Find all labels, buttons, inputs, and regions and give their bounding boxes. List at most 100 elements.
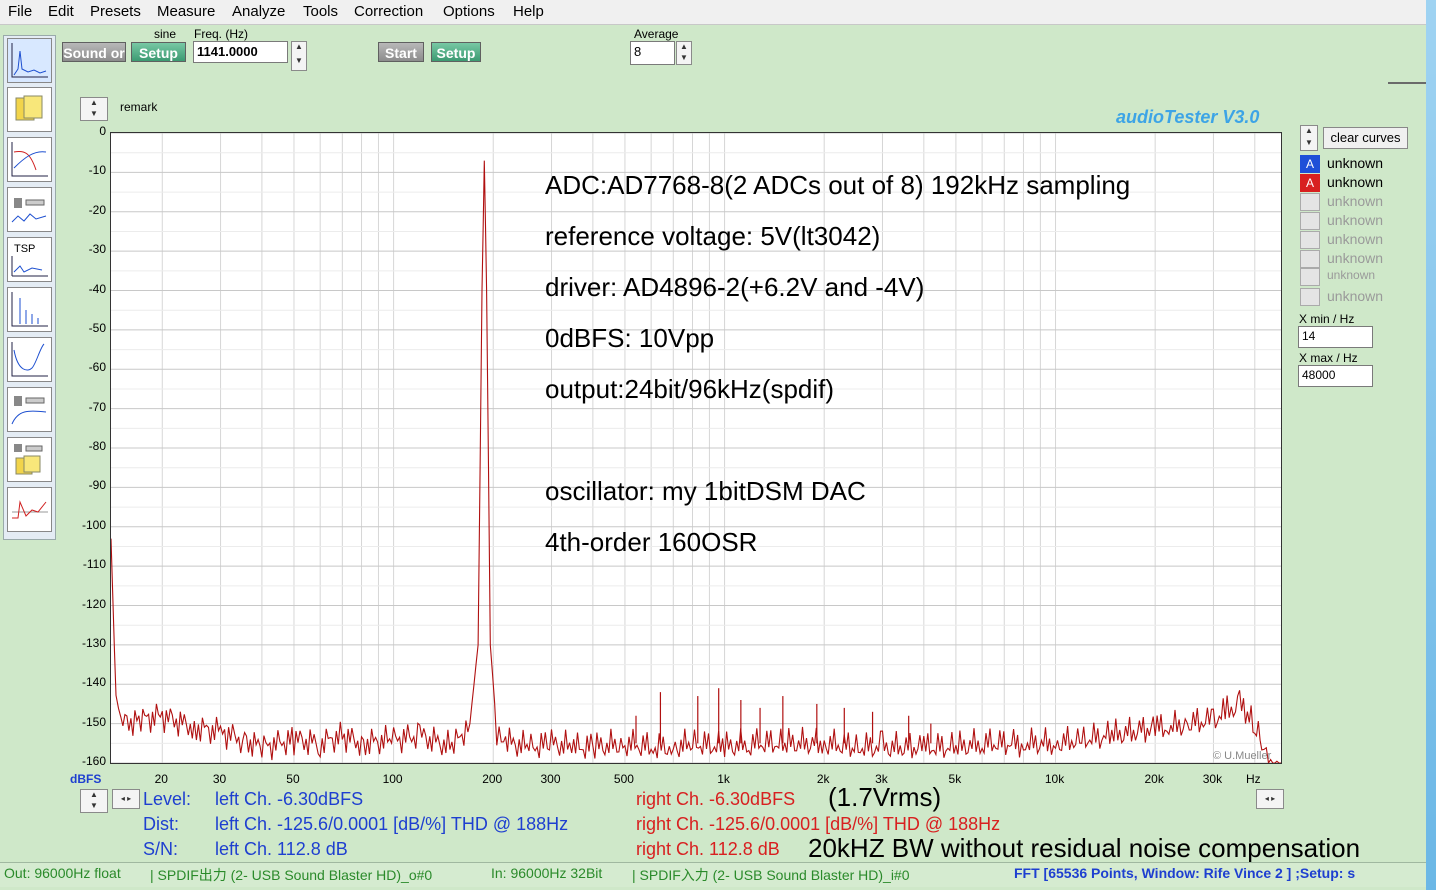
xmax-input[interactable]: 48000	[1298, 365, 1373, 387]
menu-options[interactable]: Options	[443, 3, 495, 20]
legend-row[interactable]: unknown	[1300, 193, 1410, 211]
level-label: Level:	[143, 789, 192, 809]
menu-correction[interactable]: Correction	[354, 3, 423, 20]
legend-row[interactable]: unknown	[1300, 288, 1410, 306]
curve-label: unknown	[1327, 250, 1384, 266]
analyzer-setup-button[interactable]: Setup	[431, 42, 481, 62]
generator-setup-button[interactable]: Setup	[131, 42, 186, 62]
x-tick-label: 200	[482, 772, 503, 786]
right-sn-value: right Ch. 112.8 dB	[636, 839, 780, 859]
results-scroll-right[interactable]: ◂ ▸	[1256, 789, 1284, 809]
harmonics-tool-button[interactable]	[7, 287, 52, 332]
xmin-input[interactable]: 14	[1298, 326, 1373, 348]
x-tick-label: 5k	[948, 772, 962, 786]
y-tick-label: -70	[88, 399, 106, 414]
x-unit-label: Hz	[1246, 772, 1261, 786]
x-tick-label: 10k	[1044, 772, 1065, 786]
legend-row[interactable]: unknown	[1300, 250, 1410, 268]
sound-or-button[interactable]: Sound or	[62, 42, 126, 62]
average-stepper[interactable]: ▲ ▼	[676, 41, 692, 65]
wave-label: sine	[154, 27, 177, 41]
curve-badge[interactable]	[1300, 250, 1320, 268]
curve-badge[interactable]: A	[1300, 155, 1320, 173]
curve-badge[interactable]	[1300, 268, 1320, 286]
legend-row[interactable]: Aunknown	[1300, 155, 1410, 173]
copyright-label: © U.Mueller	[1213, 750, 1272, 762]
curves-stepper[interactable]: ▲ ▼	[1300, 125, 1318, 151]
y-tick-label: -90	[88, 478, 106, 493]
right-dist-value: right Ch. -125.6/0.0001 [dB/%] THD @ 188…	[636, 814, 1001, 834]
spectrum-tool-button[interactable]	[7, 38, 52, 83]
generator-tool-button[interactable]	[7, 87, 52, 132]
svg-text:TSP: TSP	[14, 243, 35, 255]
menu-help[interactable]: Help	[513, 3, 544, 20]
response-tool-button[interactable]	[7, 137, 52, 182]
right-level-value: right Ch. -6.30dBFS	[636, 789, 796, 809]
impedance-icon	[11, 342, 48, 377]
curve-badge[interactable]	[1300, 193, 1320, 211]
legend-row[interactable]: unknown	[1300, 268, 1410, 286]
remark-stepper[interactable]: ▲ ▼	[80, 97, 108, 121]
start-button[interactable]: Start	[378, 42, 424, 62]
clear-curves-button[interactable]: clear curves	[1323, 127, 1408, 149]
y-tick-label: -110	[82, 557, 106, 572]
sweep-tool-button[interactable]	[7, 437, 52, 482]
freq-label: Freq. (Hz)	[194, 27, 248, 41]
filter-tool-button[interactable]	[7, 387, 52, 432]
window-edge	[1426, 0, 1436, 890]
impedance-tool-button[interactable]	[7, 337, 52, 382]
speaker-tool-button[interactable]	[7, 187, 52, 232]
legend-row[interactable]: unknown	[1300, 212, 1410, 230]
y-tick-label: -150	[81, 714, 106, 729]
curve-label: unknown	[1327, 231, 1384, 247]
x-tick-label: 20k	[1144, 772, 1164, 786]
curve-label: unknown	[1327, 288, 1384, 304]
status-input-device: | SPDIF入力 (2- USB Sound Blaster HD)_i#0	[632, 867, 910, 883]
menu-presets[interactable]: Presets	[90, 3, 141, 20]
status-output: Out: 96000Hz float	[4, 865, 121, 881]
curve-label: unknown	[1327, 174, 1384, 190]
y-unit-label: dBFS	[70, 772, 102, 786]
status-input: In: 96000Hz 32Bit	[491, 865, 603, 881]
annotation-oscillator: oscillator: my 1bitDSM DAC	[545, 476, 866, 506]
average-label: Average	[634, 27, 679, 41]
y-tick-label: -80	[88, 439, 106, 453]
bandwidth-note: 20kHZ BW without residual noise compensa…	[808, 833, 1361, 863]
legend-row[interactable]: unknown	[1300, 231, 1410, 249]
freq-stepper[interactable]: ▲ ▼	[291, 41, 307, 71]
app-brand: audioTester V3.0	[1116, 107, 1260, 127]
x-tick-label: 1k	[717, 772, 730, 786]
remark-label: remark	[120, 100, 158, 114]
left-sn-value: left Ch. 112.8 dB	[215, 839, 348, 859]
curve-badge[interactable]: A	[1300, 174, 1320, 192]
freq-input[interactable]: 1141.0000	[193, 41, 288, 63]
annotation-order: 4th-order 160OSR	[545, 527, 758, 557]
cards-icon	[15, 95, 43, 121]
menu-edit[interactable]: Edit	[48, 3, 74, 20]
curve-badge[interactable]	[1300, 212, 1320, 230]
curve-badge[interactable]	[1300, 231, 1320, 249]
average-input[interactable]: 8	[630, 41, 675, 65]
annotation-driver: driver: AD4896-2(+6.2V and -4V)	[545, 272, 925, 302]
results-stepper[interactable]: ▲ ▼	[80, 789, 108, 813]
menu-analyze[interactable]: Analyze	[232, 3, 285, 20]
legend-row[interactable]: Aunknown	[1300, 174, 1410, 192]
step-tool-button[interactable]	[7, 487, 52, 532]
menu-file[interactable]: File	[8, 3, 32, 20]
y-tick-label: -20	[88, 202, 106, 217]
results-scroll-left[interactable]: ◂ ▸	[112, 789, 140, 809]
x-tick-label: 500	[613, 772, 634, 786]
x-tick-label: 300	[540, 772, 561, 786]
y-tick-label: -130	[81, 635, 106, 650]
y-tick-label: -10	[88, 163, 106, 178]
xmax-label: X max / Hz	[1299, 351, 1358, 365]
spectrum-icon	[11, 43, 48, 78]
y-tick-label: 0	[99, 124, 106, 138]
sweep-cards-icon	[14, 444, 43, 475]
curve-badge[interactable]	[1300, 288, 1320, 306]
tsp-tool-button[interactable]: TSP	[7, 237, 52, 282]
status-output-device: | SPDIF出力 (2- USB Sound Blaster HD)_o#0	[150, 867, 433, 883]
menu-tools[interactable]: Tools	[303, 3, 338, 20]
menu-measure[interactable]: Measure	[157, 3, 215, 20]
curve-label: unknown	[1327, 155, 1384, 171]
